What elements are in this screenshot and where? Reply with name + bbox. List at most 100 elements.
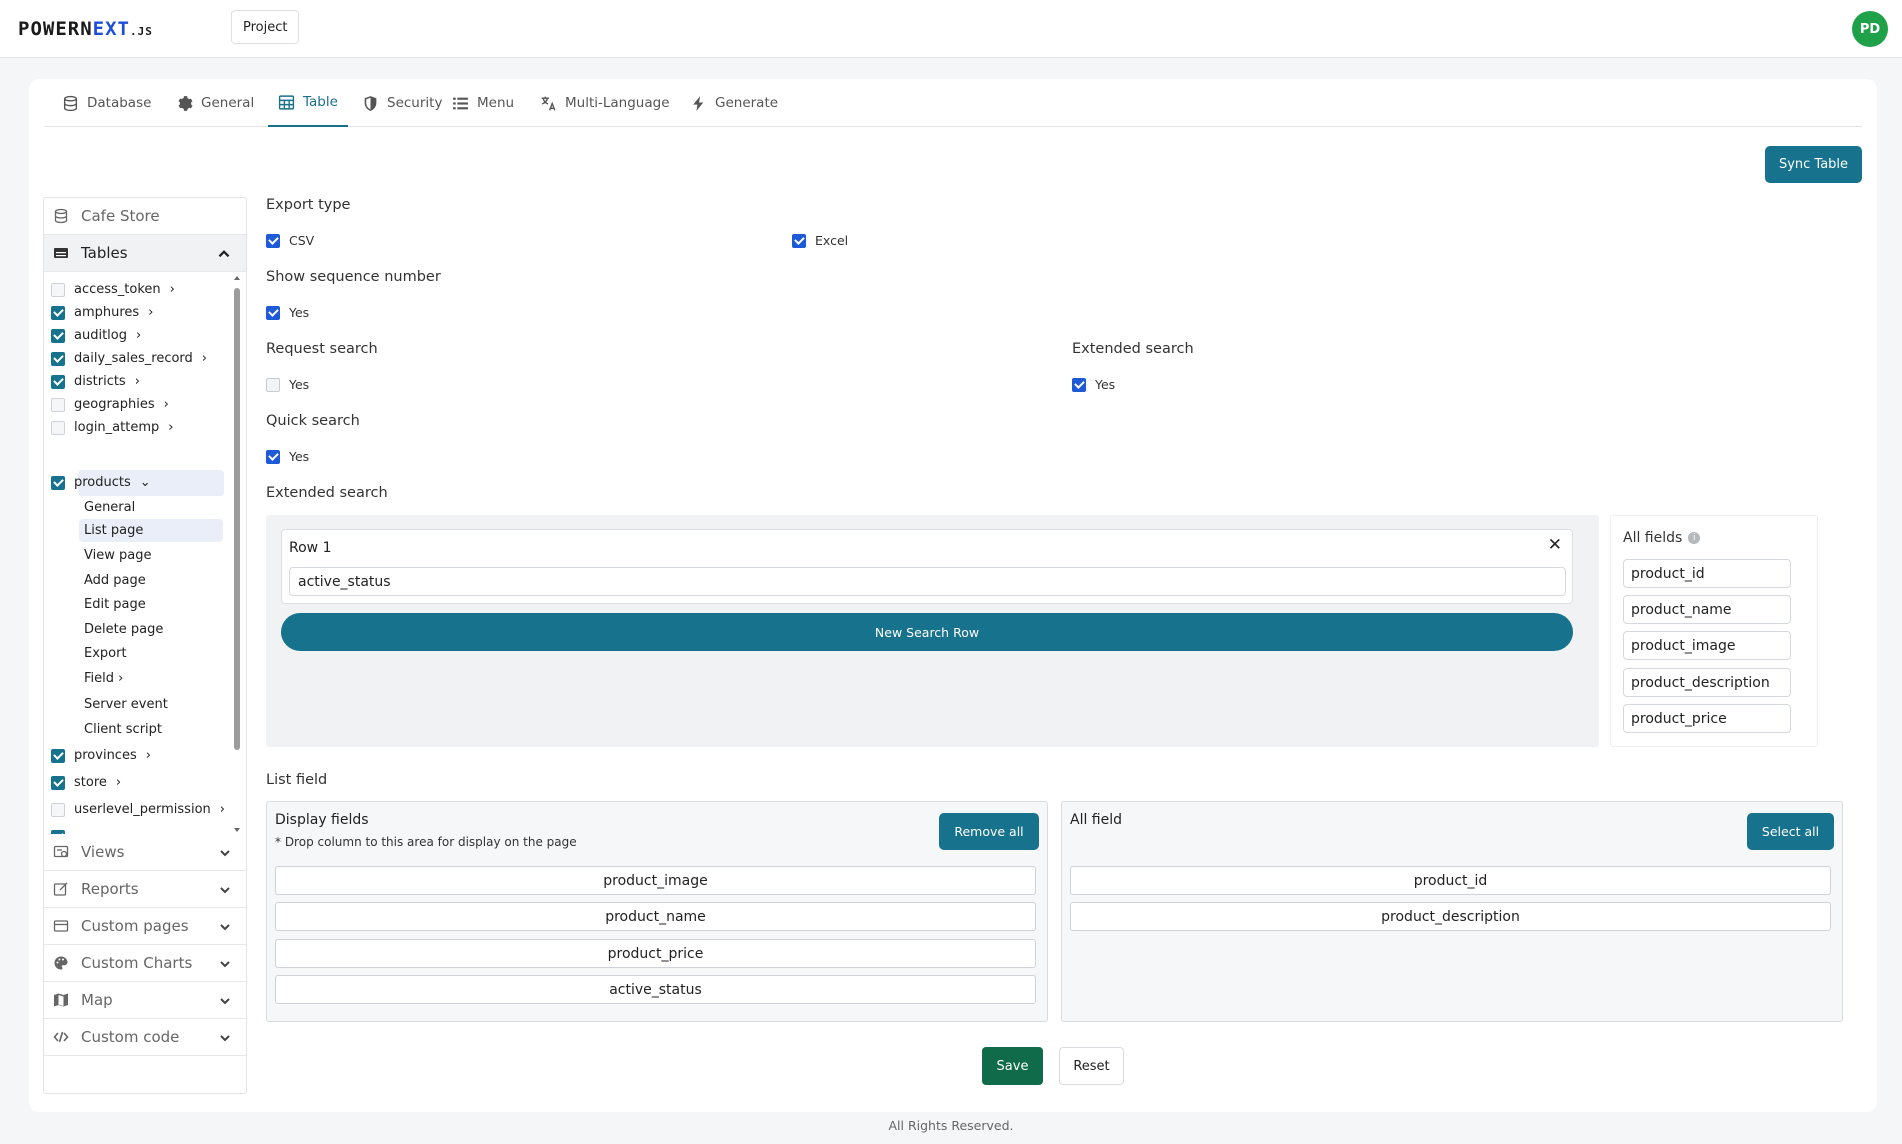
table-item-products[interactable]: products ⌄ [51,470,151,495]
section-views[interactable]: Views [44,834,246,871]
table-checkbox[interactable] [51,282,65,297]
all-field-panel[interactable]: All field Select all product_id product_… [1061,801,1843,1022]
section-reports[interactable]: Reports [44,871,246,908]
select-all-button[interactable]: Select all [1747,813,1834,850]
scrollbar-thumb[interactable] [234,288,240,750]
extended-search-option[interactable]: Yes [1072,377,1115,392]
page-item-edit[interactable]: Edit page [79,593,223,616]
display-field-item[interactable]: product_name [275,902,1036,931]
table-item-amphures[interactable]: amphures › [51,300,153,325]
display-field-item[interactable]: product_price [275,939,1036,968]
field-chip[interactable]: product_description [1623,668,1791,697]
tab-table[interactable]: Table [268,79,348,127]
table-item-provinces[interactable]: provinces › [51,743,151,768]
page-item-field[interactable]: Field › [79,667,223,690]
table-item-userlevel-permission[interactable]: userlevel_permission › [51,797,225,822]
scroll-down-icon[interactable] [233,826,241,834]
tab-multi-language[interactable]: Multi-Language [530,79,680,127]
page-item-delete[interactable]: Delete page [79,618,223,641]
table-item-login-attemp[interactable]: login_attemp › [51,415,173,440]
table-item-store[interactable]: store › [51,770,121,795]
close-icon[interactable]: ✕ [1548,535,1562,555]
section-custom-code[interactable]: Custom code [44,1019,246,1056]
chevron-up-icon[interactable] [216,246,232,262]
tables-header[interactable]: Tables [44,235,246,272]
page-item-add[interactable]: Add page [79,569,223,592]
field-chip[interactable]: product_image [1623,631,1791,660]
table-checkbox[interactable] [51,374,65,389]
chevron-down-icon[interactable] [218,883,232,897]
tab-menu[interactable]: Menu [442,79,524,127]
search-row-field[interactable]: active_status [289,567,1566,596]
tree-scrollbar[interactable] [232,274,242,834]
chevron-down-icon[interactable] [218,1031,232,1045]
export-excel-option[interactable]: Excel [792,233,848,248]
save-button[interactable]: Save [982,1047,1043,1085]
quick-search-checkbox[interactable] [266,449,280,464]
table-checkbox[interactable] [51,328,65,343]
page-item-server-event[interactable]: Server event [79,693,223,716]
table-item-geographies[interactable]: geographies › [51,392,169,417]
show-sequence-option[interactable]: Yes [266,305,309,320]
section-custom-charts[interactable]: Custom Charts [44,945,246,982]
table-checkbox[interactable] [51,351,65,366]
table-checkbox[interactable] [51,420,65,435]
tab-generate[interactable]: Generate [680,79,788,127]
project-button[interactable]: Project [231,10,300,44]
new-search-row-button[interactable]: New Search Row [281,613,1573,651]
database-header[interactable]: Cafe Store [44,198,246,235]
avatar[interactable]: PD [1852,11,1888,47]
tab-general[interactable]: General [166,79,264,127]
table-item-districts[interactable]: districts › [51,369,140,394]
sequence-checkbox[interactable] [266,305,280,320]
display-field-item[interactable]: product_image [275,866,1036,895]
reset-button[interactable]: Reset [1059,1047,1124,1085]
available-field-item[interactable]: product_id [1070,866,1831,895]
page-item-view[interactable]: View page [79,544,223,567]
extended-search-checkbox[interactable] [1072,377,1086,392]
quick-search-option[interactable]: Yes [266,449,309,464]
tab-security[interactable]: Security [352,79,452,127]
show-sequence-label: Show sequence number [266,269,441,285]
table-checkbox[interactable] [51,305,65,320]
scroll-up-icon[interactable] [233,274,241,282]
table-item-access-token[interactable]: access_token › [51,277,175,302]
chevron-down-icon[interactable] [218,920,232,934]
field-chip[interactable]: product_name [1623,595,1791,624]
export-csv-option[interactable]: CSV [266,233,314,248]
display-field-item[interactable]: active_status [275,975,1036,1004]
section-map[interactable]: Map [44,982,246,1019]
page-item-export[interactable]: Export [79,642,223,665]
page-item-list[interactable]: List page [79,519,223,542]
table-checkbox[interactable] [51,775,65,790]
page-item-general[interactable]: General [79,496,223,519]
excel-checkbox[interactable] [792,233,806,248]
page-item-client-script[interactable]: Client script [79,718,223,741]
table-checkbox[interactable] [51,748,65,763]
info-icon[interactable]: i [1688,532,1701,544]
field-chip[interactable]: product_price [1623,704,1791,733]
section-custom-pages[interactable]: Custom pages [44,908,246,945]
table-item-auditlog[interactable]: auditlog › [51,323,141,348]
table-checkbox[interactable] [51,397,65,412]
all-field-title: All field [1070,812,1123,828]
table-item-partial[interactable] [51,824,65,834]
request-search-checkbox[interactable] [266,377,280,392]
code-icon [53,1031,69,1043]
display-fields-panel[interactable]: Display fields * Drop column to this are… [266,801,1048,1022]
table-checkbox[interactable] [51,802,65,817]
tab-database[interactable]: Database [52,79,161,127]
table-checkbox[interactable] [51,475,65,490]
app-logo[interactable]: POWERNEXT.JS [18,18,153,40]
request-search-option[interactable]: Yes [266,377,309,392]
field-chip[interactable]: product_id [1623,559,1791,588]
csv-checkbox[interactable] [266,233,280,248]
table-item-daily-sales-record[interactable]: daily_sales_record › [51,346,207,371]
sync-table-button[interactable]: Sync Table [1765,146,1862,183]
main-card: Database General Table Security Menu Mul… [29,79,1877,1112]
chevron-down-icon[interactable] [218,957,232,971]
available-field-item[interactable]: product_description [1070,902,1831,931]
chevron-down-icon[interactable] [218,994,232,1008]
chevron-down-icon[interactable] [218,846,232,860]
remove-all-button[interactable]: Remove all [939,813,1039,850]
